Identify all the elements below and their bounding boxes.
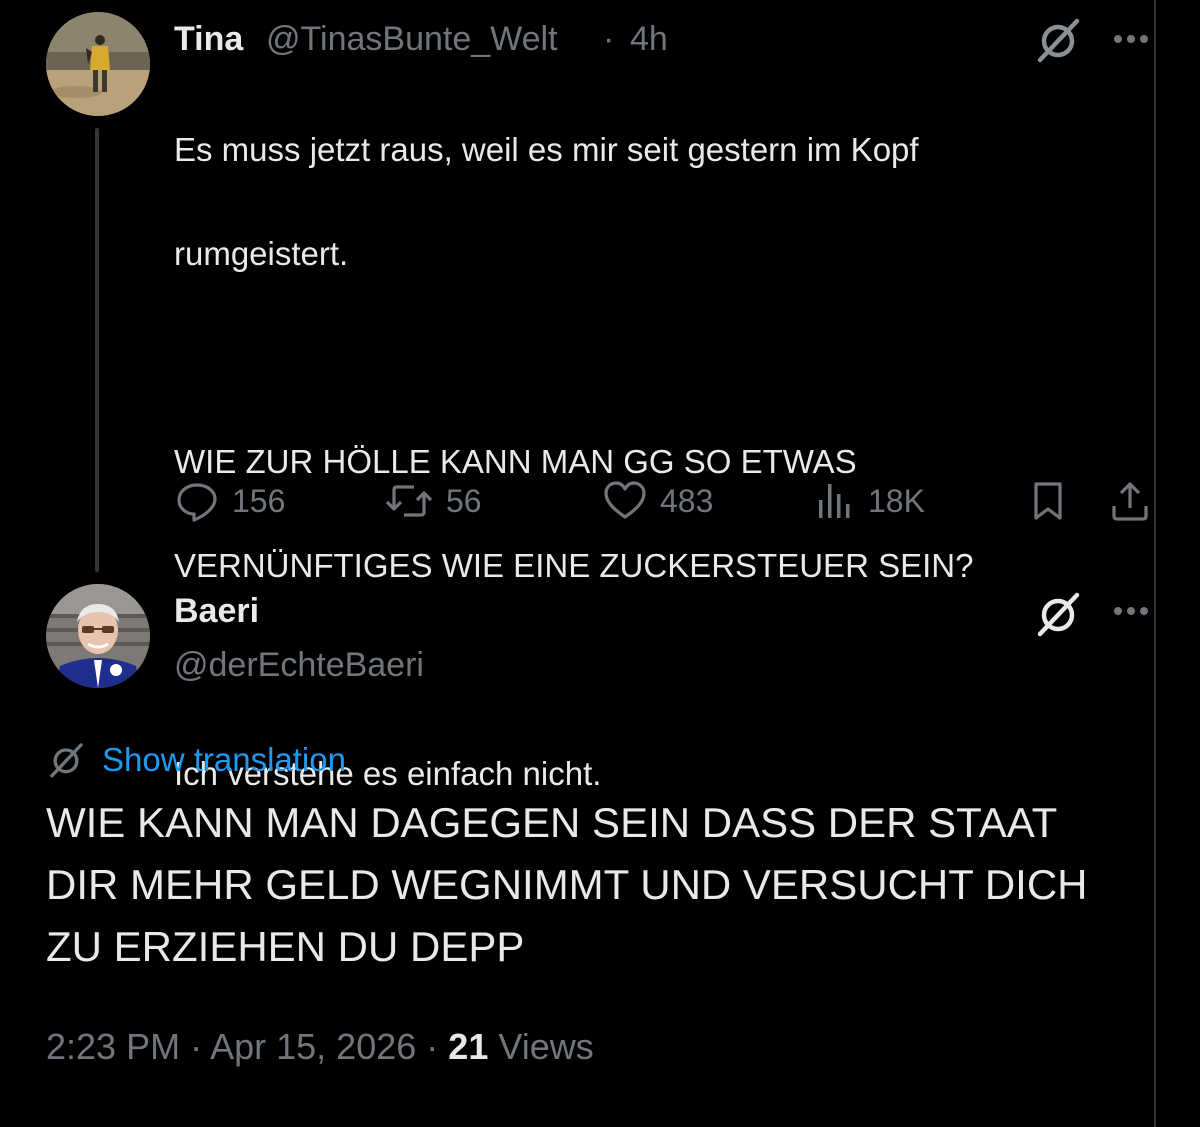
- tina-handle[interactable]: @TinasBunte_Welt: [266, 20, 558, 59]
- post-text-line: Es muss jetzt raus, weil es mir seit ges…: [174, 131, 919, 168]
- bookmark-icon[interactable]: [1026, 478, 1070, 524]
- footer-separator: ·: [426, 1026, 439, 1067]
- like-count: 483: [660, 482, 714, 519]
- post-time[interactable]: 2:23 PM: [46, 1026, 180, 1067]
- repost-button[interactable]: 56: [384, 478, 482, 524]
- reply-text-line: DIR MEHR GELD WEGNIMMT UND VERSUCHT DICH: [46, 861, 1088, 908]
- reply-text-line: ZU ERZIEHEN DU DEPP: [46, 923, 525, 970]
- grok-icon[interactable]: [1034, 16, 1082, 64]
- reply-count: 156: [232, 482, 286, 519]
- views-button[interactable]: 18K: [816, 478, 925, 524]
- views-count: 18K: [868, 482, 925, 519]
- more-dots-icon[interactable]: [1108, 596, 1154, 626]
- translate-grok-icon: [50, 743, 83, 778]
- views-label: Views: [498, 1026, 594, 1067]
- like-button[interactable]: 483: [602, 478, 713, 524]
- reply-post-text: WIE KANN MAN DAGEGEN SEIN DASS DER STAAT…: [46, 792, 1136, 978]
- baeri-avatar[interactable]: [46, 584, 150, 688]
- reply-icon: [177, 483, 217, 522]
- more-dots-icon[interactable]: [1108, 24, 1154, 54]
- column-border: [1154, 0, 1156, 1127]
- share-icon[interactable]: [1108, 478, 1152, 524]
- grok-icon[interactable]: [1034, 590, 1082, 638]
- repost-icon: [385, 485, 433, 517]
- post-text-line: [174, 332, 1134, 384]
- tina-avatar[interactable]: [46, 12, 150, 116]
- post-date[interactable]: Apr 15, 2026: [210, 1026, 416, 1067]
- thread-connector-line: [95, 128, 99, 572]
- show-translation[interactable]: Show translation: [46, 740, 346, 780]
- views-total: 21: [448, 1026, 489, 1067]
- repost-count: 56: [446, 482, 482, 519]
- meta-separator: ·: [603, 20, 615, 58]
- baeri-display-name[interactable]: Baeri: [174, 592, 259, 631]
- tina-display-name[interactable]: Tina: [174, 20, 243, 59]
- post-text-line: VERNÜNFTIGES WIE EINE ZUCKERSTEUER SEIN?: [174, 547, 974, 584]
- show-translation-link[interactable]: Show translation: [102, 741, 346, 779]
- post-text-line: rumgeistert.: [174, 235, 349, 272]
- baeri-handle[interactable]: @derEchteBaeri: [174, 646, 424, 685]
- post-timestamp-footer: 2:23 PM · Apr 15, 2026 · 21 Views: [46, 1026, 594, 1068]
- reply-text-line: WIE KANN MAN DAGEGEN SEIN DASS DER STAAT: [46, 799, 1058, 846]
- reply-button[interactable]: 156: [174, 478, 285, 524]
- views-chart-icon: [819, 484, 850, 518]
- heart-icon: [604, 481, 646, 519]
- original-post-text: Es muss jetzt raus, weil es mir seit ges…: [174, 72, 1134, 852]
- footer-separator: ·: [190, 1026, 203, 1067]
- tina-post-time[interactable]: 4h: [630, 20, 668, 59]
